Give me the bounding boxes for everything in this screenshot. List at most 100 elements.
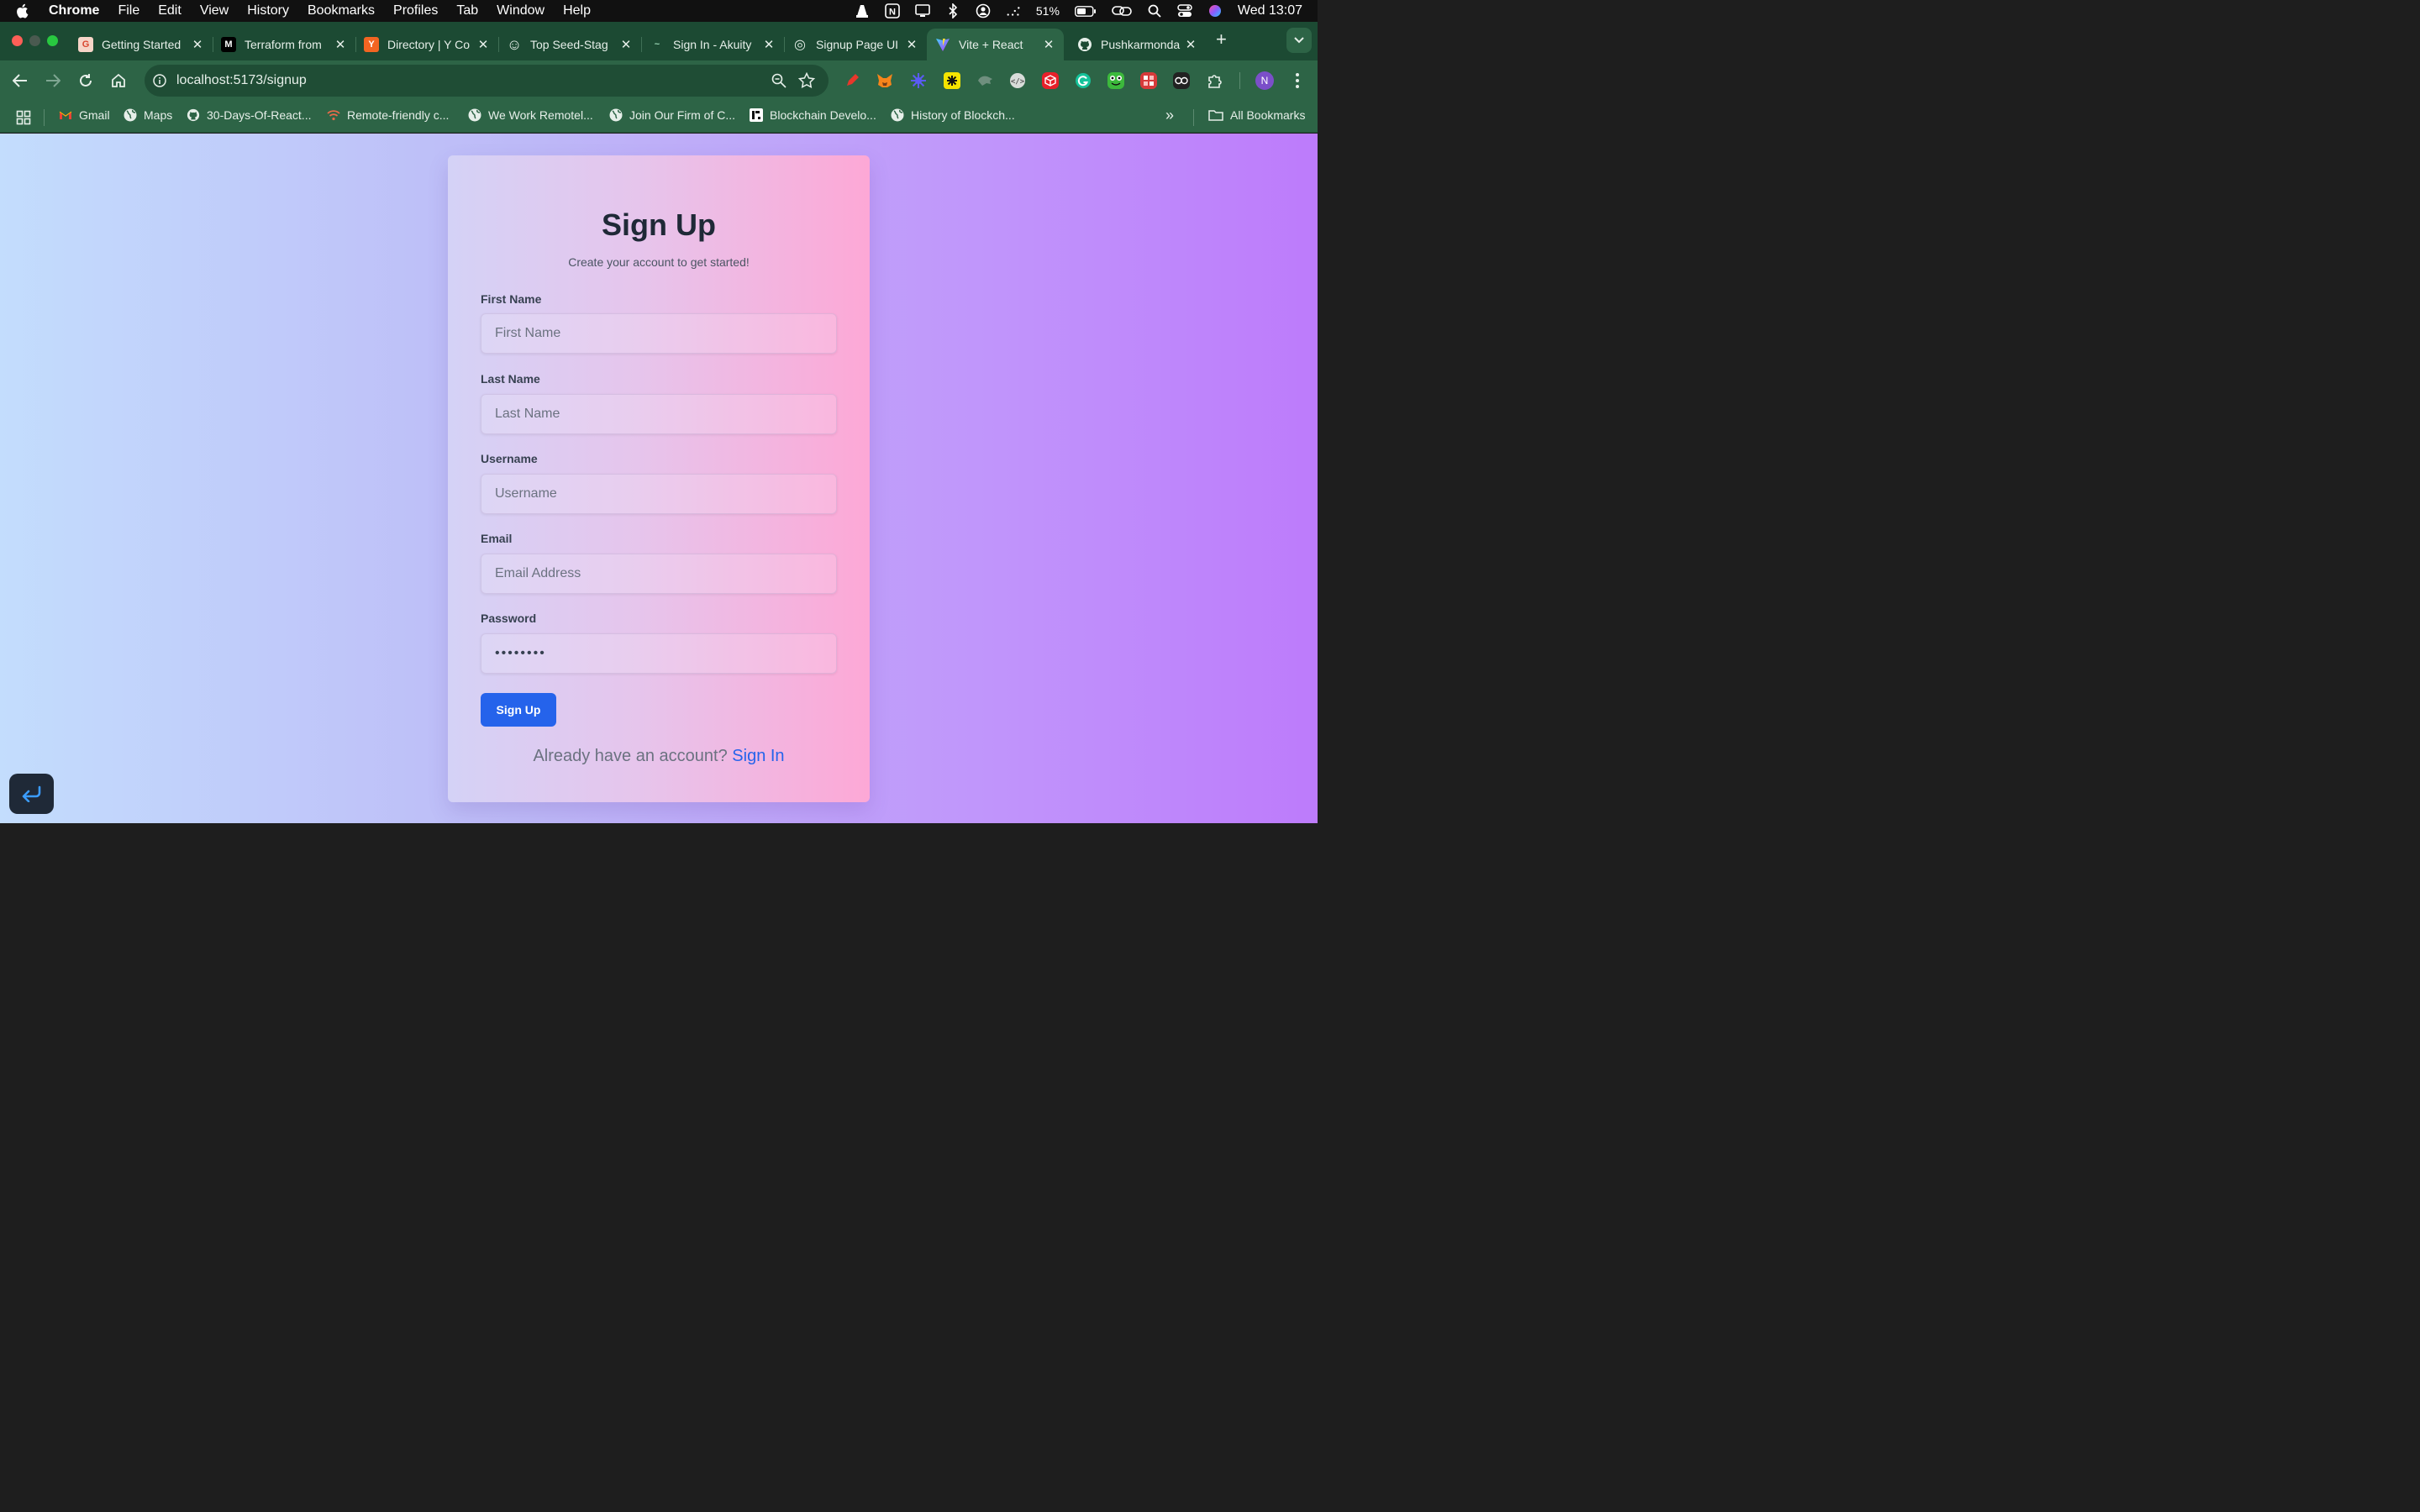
bookmark-label: Gmail — [79, 108, 110, 122]
cube-extension-icon[interactable] — [1042, 72, 1059, 89]
menu-app-name[interactable]: Chrome — [49, 3, 99, 18]
minimize-window-button[interactable] — [29, 35, 40, 46]
bookmark-30-days-of-react[interactable]: 30-Days-Of-React... — [187, 108, 311, 122]
extensions-puzzle-icon[interactable] — [1207, 72, 1223, 89]
profile-avatar[interactable]: N — [1255, 71, 1274, 90]
site-info-icon[interactable] — [153, 74, 166, 92]
puzzle-gray-extension-icon[interactable] — [976, 72, 993, 89]
battery-icon[interactable] — [1075, 3, 1097, 18]
menu-tab[interactable]: Tab — [456, 3, 478, 18]
reload-icon[interactable] — [76, 71, 96, 91]
bookmark-gmail[interactable]: Gmail — [59, 108, 110, 122]
bookmarks-divider — [44, 109, 45, 126]
browser-toolbar: localhost:5173/signup </> N — [0, 60, 1318, 101]
apple-icon[interactable] — [15, 3, 32, 18]
address-bar[interactable]: localhost:5173/signup — [145, 65, 829, 97]
menu-bookmarks[interactable]: Bookmarks — [308, 3, 375, 18]
eyes-extension-icon[interactable] — [1173, 72, 1190, 89]
last-name-field[interactable] — [481, 394, 837, 434]
bookmark-star-icon[interactable] — [797, 71, 816, 93]
boxes-extension-icon[interactable] — [1140, 72, 1157, 89]
bookmark-blockchain-developer[interactable]: Blockchain Develo... — [750, 108, 876, 122]
svg-text:N: N — [889, 8, 896, 18]
all-bookmarks-button[interactable]: All Bookmarks — [1208, 108, 1305, 122]
apps-grid-icon[interactable] — [16, 110, 31, 125]
tab-sign-in-akuity[interactable]: ~ Sign In - Akuity ✕ — [641, 29, 785, 60]
close-tab-icon[interactable]: ✕ — [1042, 37, 1055, 52]
close-tab-icon[interactable]: ✕ — [1184, 37, 1197, 52]
close-window-button[interactable] — [12, 35, 23, 46]
tab-label: Sign In - Akuity — [673, 38, 752, 51]
grammarly-extension-icon[interactable] — [1075, 72, 1092, 89]
tab-label: Directory | Y Co — [387, 38, 471, 51]
bookmark-we-work-remotely[interactable]: We Work Remotel... — [468, 108, 593, 122]
code-extension-icon[interactable]: </> — [1009, 72, 1026, 89]
zoom-icon[interactable] — [771, 73, 786, 92]
metamask-extension-icon[interactable] — [876, 72, 893, 89]
menu-profiles[interactable]: Profiles — [393, 3, 438, 18]
close-tab-icon[interactable]: ✕ — [905, 37, 918, 52]
display-icon[interactable] — [915, 3, 930, 18]
menu-edit[interactable]: Edit — [158, 3, 182, 18]
menu-view[interactable]: View — [200, 3, 229, 18]
tab-signup-page-ui[interactable]: ◎ Signup Page UI ✕ — [784, 29, 927, 60]
tab-terraform[interactable]: M Terraform from ✕ — [213, 29, 356, 60]
link-icon[interactable] — [1112, 3, 1132, 18]
tab-search-chevron-icon[interactable] — [1286, 28, 1312, 53]
bookmark-maps[interactable]: Maps — [124, 108, 172, 122]
user-account-icon[interactable] — [976, 3, 991, 18]
username-field[interactable] — [481, 474, 837, 514]
bookmark-join-our-firm[interactable]: Join Our Firm of C... — [609, 108, 735, 122]
asterisk-extension-icon[interactable] — [944, 72, 960, 89]
tab-top-seed-stage[interactable]: ☺ Top Seed-Stag ✕ — [498, 29, 642, 60]
notion-icon[interactable]: N — [885, 3, 900, 18]
username-label: Username — [481, 452, 538, 465]
tab-favicon-icon: G — [78, 37, 93, 52]
bookmarks-overflow-chevron-icon[interactable]: » — [1165, 107, 1174, 124]
tab-vite-react[interactable]: Vite + React ✕ — [927, 29, 1064, 60]
zoom-window-button[interactable] — [47, 35, 58, 46]
menu-window[interactable]: Window — [497, 3, 544, 18]
control-center-icon[interactable] — [1177, 3, 1192, 18]
email-field[interactable] — [481, 554, 837, 594]
new-tab-plus-icon[interactable]: + — [1216, 30, 1227, 49]
close-tab-icon[interactable]: ✕ — [191, 37, 204, 52]
wifi-icon[interactable] — [1006, 3, 1021, 18]
siri-icon[interactable] — [1207, 3, 1223, 18]
toolbar-divider — [1239, 72, 1240, 89]
last-name-label: Last Name — [481, 372, 540, 386]
home-icon[interactable] — [108, 71, 129, 91]
gear-flower-extension-icon[interactable] — [910, 72, 927, 89]
menu-history[interactable]: History — [247, 3, 289, 18]
clock[interactable]: Wed 13:07 — [1238, 3, 1302, 18]
pen-extension-icon[interactable] — [844, 72, 860, 89]
close-tab-icon[interactable]: ✕ — [762, 37, 776, 52]
sign-up-button[interactable]: Sign Up — [481, 693, 556, 727]
page-viewport: Sign Up Create your account to get start… — [0, 134, 1318, 823]
sign-in-link[interactable]: Sign In — [732, 747, 784, 765]
tab-favicon-icon: Y — [364, 37, 379, 52]
menu-file[interactable]: File — [118, 3, 139, 18]
bookmark-history-of-blockchain[interactable]: History of Blockch... — [891, 108, 1015, 122]
tab-directory-yc[interactable]: Y Directory | Y Co ✕ — [355, 29, 499, 60]
close-tab-icon[interactable]: ✕ — [476, 37, 490, 52]
url-text[interactable]: localhost:5173/signup — [176, 73, 307, 88]
close-tab-icon[interactable]: ✕ — [619, 37, 633, 52]
bookmark-remote-friendly[interactable]: Remote-friendly c... — [327, 108, 449, 122]
vlc-icon[interactable] — [855, 3, 870, 18]
chrome-menu-icon[interactable] — [1292, 71, 1303, 91]
frog-extension-icon[interactable] — [1107, 72, 1124, 89]
search-icon[interactable] — [1147, 3, 1162, 18]
bookmark-label: Remote-friendly c... — [347, 108, 450, 122]
close-tab-icon[interactable]: ✕ — [334, 37, 347, 52]
tab-pushkarmonda[interactable]: Pushkarmonda ✕ — [1069, 29, 1206, 60]
forward-arrow-icon[interactable] — [43, 71, 63, 91]
back-arrow-icon[interactable] — [10, 71, 30, 91]
password-field[interactable]: •••••••• — [481, 633, 837, 674]
bluetooth-icon[interactable] — [945, 3, 960, 18]
first-name-field[interactable] — [481, 313, 837, 354]
page-title: Sign Up — [602, 207, 716, 242]
tab-getting-started[interactable]: G Getting Started ✕ — [70, 29, 213, 60]
return-floating-button[interactable] — [9, 774, 54, 814]
menu-help[interactable]: Help — [563, 3, 591, 18]
